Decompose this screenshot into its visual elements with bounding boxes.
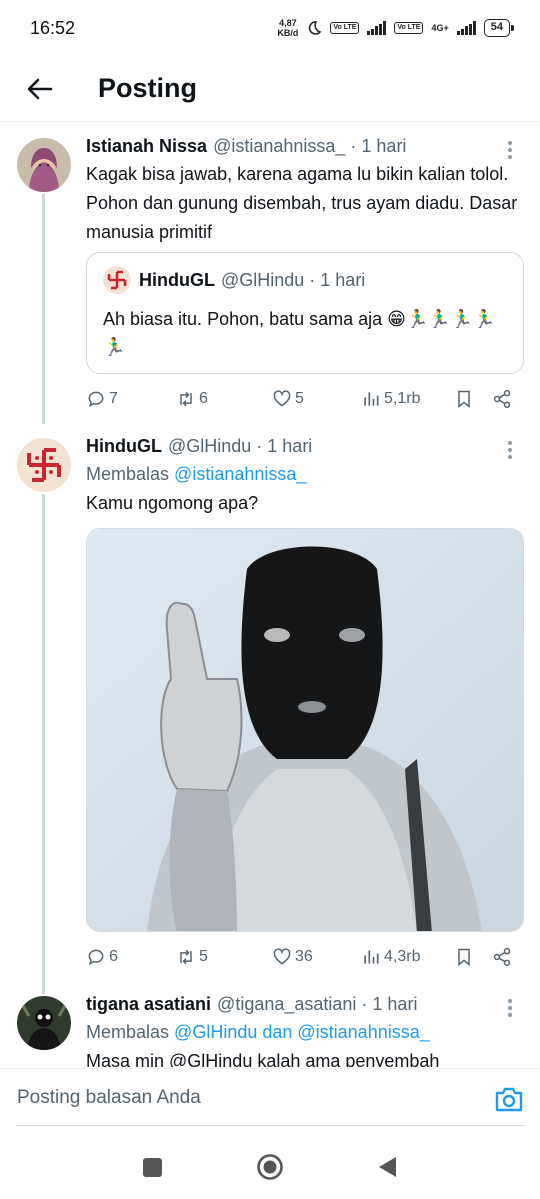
retweet-count: 6 bbox=[199, 390, 208, 407]
share-icon bbox=[493, 389, 511, 409]
volte-badge: Vo LTE bbox=[330, 22, 360, 34]
divider bbox=[16, 1125, 524, 1126]
avatar[interactable] bbox=[17, 138, 71, 192]
app-header: Posting bbox=[0, 56, 540, 122]
display-name[interactable]: tigana asatiani bbox=[86, 994, 211, 1015]
like-button[interactable]: 5 bbox=[272, 386, 304, 412]
status-icons: 4,87 KB/d Vo LTE Vo LTE 4G+ 54 bbox=[277, 18, 515, 38]
quote-avatar bbox=[103, 266, 131, 294]
tweet-actions: 6 5 36 4,3rb bbox=[86, 944, 526, 970]
retweet-count: 5 bbox=[199, 948, 208, 965]
reply-to-link[interactable]: @GlHindu dan @istianahnissa_ bbox=[174, 1022, 430, 1042]
more-options-icon[interactable] bbox=[500, 138, 520, 162]
tweet-photo[interactable] bbox=[86, 528, 524, 932]
avatar[interactable] bbox=[17, 438, 71, 492]
tweet-header: Istianah Nissa @istianahnissa_ · 1 hari bbox=[86, 134, 524, 158]
retweet-icon bbox=[180, 949, 192, 965]
handle-time: @GlHindu · 1 hari bbox=[167, 435, 313, 456]
tweet[interactable]: Istianah Nissa @istianahnissa_ · 1 hari … bbox=[0, 122, 540, 428]
like-count: 5 bbox=[295, 390, 304, 407]
camera-icon[interactable] bbox=[494, 1085, 524, 1113]
reply-input[interactable]: Posting balasan Anda bbox=[17, 1087, 201, 1109]
retweet-button[interactable]: 5 bbox=[176, 944, 208, 970]
tweet-text: Masa min @GlHindu kalah ama penyembah bbox=[86, 1051, 440, 1067]
views-count: 4,3rb bbox=[384, 948, 421, 965]
moon-icon bbox=[309, 21, 322, 35]
more-options-icon[interactable] bbox=[500, 996, 520, 1020]
volte-badge-2: Vo LTE bbox=[394, 22, 424, 34]
square-icon[interactable] bbox=[137, 1152, 167, 1182]
triangle-back-icon[interactable] bbox=[372, 1152, 402, 1182]
bookmark-button[interactable] bbox=[454, 386, 474, 412]
reply-to-link[interactable]: @istianahnissa_ bbox=[174, 464, 306, 484]
system-nav-bar bbox=[0, 1130, 540, 1199]
tweet[interactable]: HinduGL @GlHindu · 1 hari Membalas @isti… bbox=[0, 428, 540, 984]
avatar[interactable] bbox=[17, 996, 71, 1050]
reply-button[interactable]: 7 bbox=[86, 386, 118, 412]
quote-header: HinduGL @GlHindu · 1 hari bbox=[103, 266, 365, 294]
arrow-left-icon[interactable] bbox=[20, 69, 60, 109]
reply-prefix: Membalas bbox=[86, 1022, 170, 1042]
bookmark-icon bbox=[458, 948, 470, 967]
quote-display-name: HinduGL bbox=[139, 269, 215, 290]
network-type: 4G+ bbox=[431, 23, 449, 33]
display-name[interactable]: Istianah Nissa bbox=[86, 136, 207, 157]
timeline[interactable]: Istianah Nissa @istianahnissa_ · 1 hari … bbox=[0, 122, 540, 1067]
views-icon bbox=[364, 950, 379, 964]
reply-count: 7 bbox=[109, 390, 118, 407]
clock: 16:52 bbox=[30, 17, 76, 38]
reply-count: 6 bbox=[109, 948, 118, 965]
share-button[interactable] bbox=[492, 386, 512, 412]
retweet-button[interactable]: 6 bbox=[176, 386, 208, 412]
replying-to: Membalas @istianahnissa_ bbox=[86, 460, 524, 489]
tweet-header: tigana asatiani @tigana_asatiani · 1 har… bbox=[86, 992, 524, 1016]
reply-button[interactable]: 6 bbox=[86, 944, 118, 970]
heart-icon bbox=[273, 948, 291, 965]
quote-handle-time: @GlHindu · 1 hari bbox=[220, 269, 366, 290]
battery-icon: 54 bbox=[483, 19, 515, 37]
reply-icon bbox=[88, 391, 104, 408]
tweet-actions: 7 6 5 5,1rb bbox=[86, 386, 526, 412]
replying-to: Membalas @GlHindu dan @istianahnissa_ bbox=[86, 1018, 524, 1047]
like-count: 36 bbox=[295, 948, 313, 965]
quoted-tweet[interactable]: HinduGL @GlHindu · 1 hari Ah biasa itu. … bbox=[86, 252, 524, 374]
tweet-text: Kamu ngomong apa? bbox=[86, 493, 259, 513]
reply-icon bbox=[88, 949, 104, 966]
views-icon bbox=[364, 392, 379, 406]
net-speed-unit: KB/d bbox=[277, 28, 299, 38]
circle-home-icon[interactable] bbox=[255, 1152, 285, 1182]
bookmark-icon bbox=[458, 390, 470, 409]
bookmark-button[interactable] bbox=[454, 944, 474, 970]
network-speed: 4,87 KB/d bbox=[277, 18, 298, 38]
tweet[interactable]: tigana asatiani @tigana_asatiani · 1 har… bbox=[0, 984, 540, 1067]
views-button[interactable]: 5,1rb bbox=[361, 386, 420, 412]
heart-icon bbox=[273, 390, 291, 407]
more-options-icon[interactable] bbox=[500, 438, 520, 462]
like-button[interactable]: 36 bbox=[272, 944, 313, 970]
tweet-header: HinduGL @GlHindu · 1 hari bbox=[86, 434, 524, 458]
handle-time: @istianahnissa_ · 1 hari bbox=[213, 135, 407, 156]
tweet-text: Kagak bisa jawab, karena agama lu bikin … bbox=[86, 164, 518, 242]
reply-prefix: Membalas bbox=[86, 464, 170, 484]
display-name[interactable]: HinduGL bbox=[86, 436, 162, 457]
signal-bars-icon-2 bbox=[456, 21, 476, 35]
quote-text: Ah biasa itu. Pohon, batu sama aja 😁🏃‍♂️… bbox=[103, 309, 496, 357]
signal-bars-icon bbox=[367, 21, 387, 35]
status-bar: 16:52 4,87 KB/d Vo LTE Vo LTE 4G+ 54 bbox=[0, 0, 540, 56]
battery-level: 54 bbox=[490, 21, 503, 33]
views-button[interactable]: 4,3rb bbox=[361, 944, 420, 970]
handle-time: @tigana_asatiani · 1 hari bbox=[217, 993, 418, 1014]
reply-composer: Posting balasan Anda bbox=[0, 1068, 540, 1128]
views-count: 5,1rb bbox=[384, 390, 421, 407]
net-speed-value: 4,87 bbox=[279, 18, 297, 28]
page-title: Posting bbox=[98, 73, 197, 103]
share-icon bbox=[493, 947, 511, 967]
share-button[interactable] bbox=[492, 944, 512, 970]
retweet-icon bbox=[180, 391, 192, 407]
